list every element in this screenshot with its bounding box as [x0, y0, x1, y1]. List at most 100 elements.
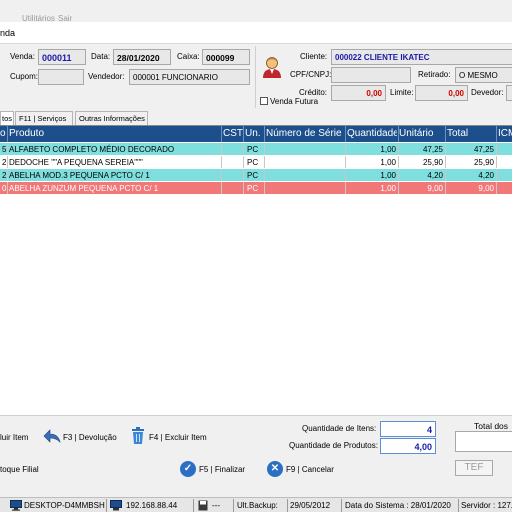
cell-separator	[264, 169, 265, 181]
col-un[interactable]: Un.	[245, 128, 261, 139]
cell-separator	[398, 156, 399, 168]
cell-seq: 5	[2, 145, 7, 154]
cell-separator	[221, 156, 222, 168]
table-row-selected[interactable]: 0 ABELHA ZUNZUM PEQUENA PCTO C/ 1 PC 1,0…	[0, 182, 512, 194]
retirado-label: Retirado:	[418, 70, 451, 79]
bottom-panel: luir Item F3 | Devolução F4 | Excluir It…	[0, 415, 512, 493]
credito-field[interactable]: 0,00	[331, 85, 386, 101]
products-grid[interactable]: o Produto CST Un. Número de Série Quanti…	[0, 125, 512, 415]
vendedor-field[interactable]: 000001 FUNCIONARIO	[129, 69, 250, 85]
tab-strip: tos F11 | Serviços Outras Informações	[0, 111, 512, 125]
status-ult-backup-value: 29/05/2012	[290, 501, 331, 510]
col-unitario[interactable]: Unitário	[399, 128, 433, 139]
venda-futura-checkbox[interactable]	[260, 97, 268, 105]
caixa-field[interactable]: 000099	[202, 49, 250, 65]
cell-separator	[345, 143, 346, 155]
total-label: Total dos	[474, 421, 509, 431]
cell-separator	[345, 169, 346, 181]
disk-icon	[198, 500, 208, 511]
cell-seq: 2	[2, 158, 7, 167]
cell-total: 4,20	[478, 171, 494, 180]
excluir-item-button[interactable]: luir Item	[0, 433, 28, 442]
cell-produto: ALFABETO COMPLETO MÉDIO DECORADO	[9, 145, 175, 154]
cell-separator	[221, 143, 222, 155]
vendedor-label: Vendedor:	[88, 72, 125, 81]
col-seq[interactable]: o	[0, 128, 6, 139]
trash-icon	[132, 427, 144, 444]
cell-separator	[345, 182, 346, 194]
credito-label: Crédito:	[299, 88, 328, 97]
devedor-field[interactable]	[506, 85, 512, 101]
col-icm[interactable]: ICM	[498, 128, 512, 139]
tef-button[interactable]: TEF	[455, 460, 493, 476]
data-field[interactable]: 28/01/2020	[113, 49, 171, 65]
window-title: nda	[0, 28, 16, 38]
col-total[interactable]: Total	[447, 128, 468, 139]
cell-quantidade: 1,00	[380, 171, 396, 180]
venda-label: Venda:	[10, 52, 35, 61]
table-row[interactable]: 5 ALFABETO COMPLETO MÉDIO DECORADO PC 1,…	[0, 143, 512, 155]
cancelar-button[interactable]: F9 | Cancelar	[286, 465, 334, 474]
cell-unitario: 9,00	[427, 184, 443, 193]
limite-field[interactable]: 0,00	[415, 85, 468, 101]
cell-unitario: 25,90	[422, 158, 443, 167]
cell-separator	[398, 182, 399, 194]
grid-header: o Produto CST Un. Número de Série Quanti…	[0, 126, 512, 142]
qtd-produtos-field: 4,00	[380, 438, 436, 454]
table-row[interactable]: 2 ABELHA MOD.3 PEQUENA PCTO C/ 1 PC 1,00…	[0, 169, 512, 181]
status-data-sistema: Data do Sistema : 28/01/2020	[345, 501, 451, 510]
cell-un: PC	[247, 158, 259, 167]
tab-servicos[interactable]: F11 | Serviços	[15, 111, 73, 125]
cell-total: 25,90	[473, 158, 494, 167]
cell-separator	[221, 169, 222, 181]
qtd-itens-field: 4	[380, 421, 436, 437]
status-servidor: Servidor : 127.	[461, 501, 512, 510]
menu-bar: Utilitários Sair	[0, 0, 512, 23]
cell-produto: ABELHA ZUNZUM PEQUENA PCTO C/ 1	[9, 184, 159, 193]
col-quantidade[interactable]: Quantidade	[347, 128, 397, 139]
cell-separator	[243, 156, 244, 168]
f4-excluir-item-button[interactable]: F4 | Excluir Item	[149, 433, 207, 442]
col-numero-serie[interactable]: Número de Série	[266, 128, 344, 139]
network-icon	[110, 500, 122, 511]
cliente-label: Cliente:	[300, 52, 328, 61]
client-avatar-icon	[263, 57, 281, 78]
cell-separator	[445, 169, 446, 181]
col-produto[interactable]: Produto	[9, 128, 44, 139]
venda-field[interactable]: 000011	[38, 49, 86, 65]
cell-separator	[496, 182, 497, 194]
cupom-field[interactable]	[38, 69, 84, 85]
cell-produto: ABELHA MOD.3 PEQUENA PCTO C/ 1	[9, 171, 150, 180]
table-row[interactable]: 2 DEDOCHE ""A PEQUENA SEREIA""" PC 1,00 …	[0, 156, 512, 168]
cell-separator	[264, 143, 265, 155]
cell-separator	[496, 169, 497, 181]
cpf-field[interactable]	[331, 67, 411, 83]
retirado-field[interactable]: O MESMO	[455, 67, 512, 83]
cell-separator	[445, 143, 446, 155]
cell-separator	[221, 182, 222, 194]
cell-separator	[243, 182, 244, 194]
computer-icon	[10, 500, 22, 511]
status-dashes: ---	[212, 501, 220, 510]
devolucao-button[interactable]: F3 | Devolução	[63, 433, 117, 442]
tab-outras-informacoes[interactable]: Outras Informações	[75, 111, 148, 125]
cell-quantidade: 1,00	[380, 184, 396, 193]
cupom-label: Cupom:	[10, 72, 39, 81]
venda-futura-label: Venda Futura	[270, 97, 319, 106]
cliente-field[interactable]: 000022 CLIENTE IKATEC	[331, 49, 512, 65]
cell-separator	[243, 169, 244, 181]
col-cst[interactable]: CST	[223, 128, 243, 139]
data-label: Data:	[91, 52, 111, 61]
cell-quantidade: 1,00	[380, 158, 396, 167]
status-bar: DESKTOP-D4MMBSH 192.168.88.44 --- Ult.Ba…	[0, 497, 512, 512]
status-ult-backup-label: Ult.Backup:	[237, 501, 278, 510]
estoque-filial-button[interactable]: toque Filial	[0, 465, 39, 474]
cell-separator	[345, 156, 346, 168]
check-icon: ✓	[180, 461, 196, 477]
cell-separator	[445, 182, 446, 194]
finalizar-button[interactable]: F5 | Finalizar	[199, 465, 245, 474]
tab-produtos[interactable]: tos	[0, 111, 14, 125]
cell-separator	[496, 143, 497, 155]
status-ip: 192.168.88.44	[126, 501, 178, 510]
cell-total: 9,00	[478, 184, 494, 193]
